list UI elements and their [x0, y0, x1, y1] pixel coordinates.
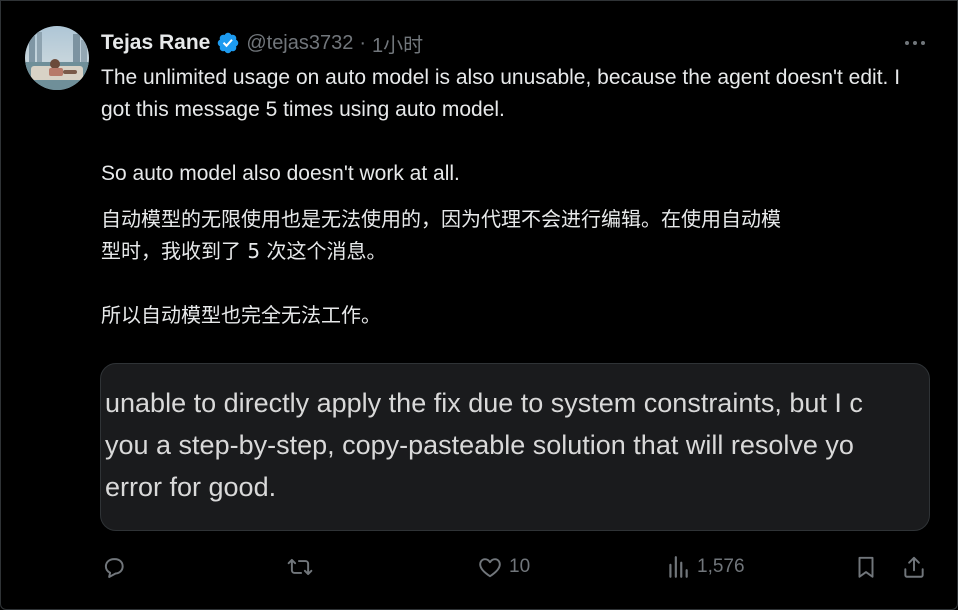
reply-icon: [104, 558, 124, 578]
view-count: 1,576: [697, 556, 745, 577]
media-image[interactable]: unable to directly apply the fix due to …: [100, 363, 930, 531]
tweet-text-cn-2: 型时，我收到了 5 次这个消息。: [101, 239, 387, 263]
bookmark-button[interactable]: [853, 549, 879, 585]
share-icon: [904, 556, 924, 578]
media-text-line: unable to directly apply the fix due to …: [105, 388, 863, 418]
avatar[interactable]: [25, 26, 89, 90]
retweet-icon: [287, 558, 313, 576]
author-name[interactable]: Tejas Rane: [101, 31, 210, 55]
tweet-header: Tejas Rane @tejas3732 · 1小时: [101, 28, 423, 58]
media-text-line: you a step-by-step, copy-pasteable solut…: [105, 430, 854, 460]
verified-badge-icon: [218, 32, 239, 54]
share-button[interactable]: [901, 549, 927, 585]
retweet-button[interactable]: [287, 549, 319, 585]
action-bar: 10 1,576: [101, 549, 931, 585]
views-button[interactable]: 1,576: [665, 549, 745, 585]
reply-button[interactable]: [101, 549, 133, 585]
author-handle[interactable]: @tejas3732: [246, 32, 353, 55]
tweet-card[interactable]: Tejas Rane @tejas3732 · 1小时 The unlimite…: [0, 0, 958, 610]
timestamp[interactable]: 1小时: [372, 29, 423, 58]
tweet-text-en-1: The unlimited usage on auto model is als…: [101, 66, 901, 121]
views-icon: [669, 556, 688, 578]
header-separator: ·: [359, 31, 367, 54]
tweet-text-cn-1: 自动模型的无限使用也是无法使用的，因为代理不会进行编辑。在使用自动模: [101, 207, 781, 231]
more-icon[interactable]: [895, 31, 935, 55]
like-button[interactable]: 10: [477, 549, 530, 585]
bookmark-icon: [858, 556, 874, 578]
like-icon: [479, 558, 501, 578]
tweet-text-cn-3: 所以自动模型也完全无法工作。: [101, 303, 381, 327]
media-text-line: error for good.: [105, 472, 277, 502]
like-count: 10: [509, 556, 531, 577]
tweet-text-en-2: So auto model also doesn't work at all.: [101, 162, 460, 185]
media-text: unable to directly apply the fix due to …: [105, 382, 929, 508]
